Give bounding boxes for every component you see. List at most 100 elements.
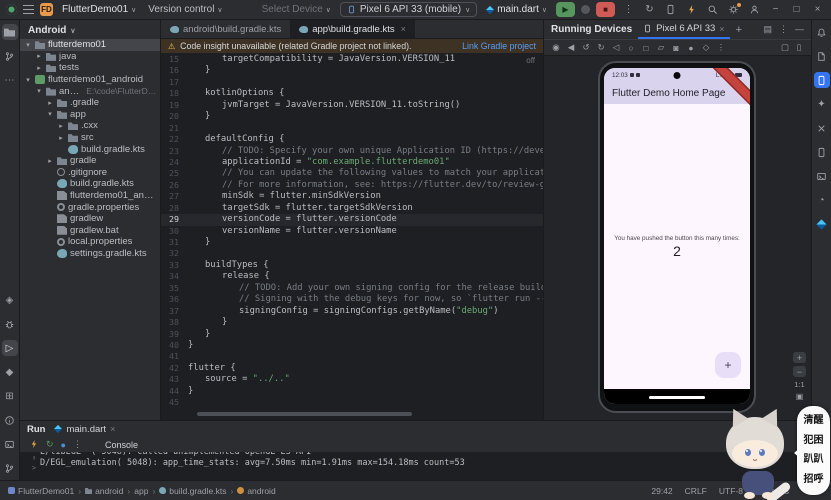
run-tab-main-dart[interactable]: main.dart × (54, 424, 115, 435)
tree-item-build.gradle.kts[interactable]: build.gradle.kts (20, 178, 160, 190)
screenshot-icon[interactable]: ◙ (669, 41, 683, 54)
main-menu-icon[interactable] (23, 5, 34, 14)
home-icon[interactable]: ○ (624, 41, 638, 54)
project-folder-icon[interactable] (2, 24, 18, 40)
tree-item-flutterdemo01_android.iml[interactable]: flutterdemo01_android.iml (20, 190, 160, 202)
code-line-45[interactable]: 45 (161, 397, 543, 408)
editor-horizontal-scrollbar[interactable] (197, 412, 412, 416)
code-line-22[interactable]: 22defaultConfig { (161, 134, 543, 145)
tree-item-flutterdemo01[interactable]: ▾flutterdemo01 (20, 39, 160, 51)
code-line-43[interactable]: 43source = "../.." (161, 374, 543, 385)
tree-item-gradlew.bat[interactable]: gradlew.bat (20, 225, 160, 237)
tree-item-gradle.properties[interactable]: gradle.properties (20, 201, 160, 213)
code-line-25[interactable]: 25// You can update the following values… (161, 168, 543, 179)
zoom-mode-icon[interactable]: ▢ (778, 41, 792, 54)
zoom-fit-icon[interactable]: ▣ (796, 392, 804, 401)
pet-mascot[interactable] (722, 407, 796, 499)
more-h-icon[interactable]: ⋯ (2, 72, 18, 88)
volume-icon[interactable]: ◀ (564, 41, 578, 54)
pet-menu-item[interactable]: 犯困 (804, 436, 824, 446)
code-line-35[interactable]: 35// TODO: Add your own signing config f… (161, 283, 543, 294)
device-mirror-icon[interactable]: ▯ (792, 41, 806, 54)
code-line-27[interactable]: 27minSdk = flutter.minSdkVersion (161, 191, 543, 202)
settings-gear-icon[interactable] (726, 4, 741, 15)
bookmarks-icon[interactable]: ◈ (2, 292, 18, 308)
tree-item-gradlew[interactable]: gradlew (20, 213, 160, 225)
device-explorer-icon[interactable] (814, 48, 830, 64)
code-line-33[interactable]: 33buildTypes { (161, 260, 543, 271)
code-line-28[interactable]: 28targetSdk = flutter.targetSdkVersion (161, 203, 543, 214)
project-switcher[interactable]: FlutterDemo01 ∨ (59, 3, 139, 16)
code-line-41[interactable]: 41 (161, 351, 543, 362)
code-line-21[interactable]: 21 (161, 123, 543, 134)
problems-icon[interactable] (2, 412, 18, 428)
code-line-34[interactable]: 34release { (161, 271, 543, 282)
hot-reload-icon[interactable] (29, 439, 39, 451)
breadcrumb-android[interactable]: android (85, 486, 123, 496)
code-line-40[interactable]: 40} (161, 340, 543, 351)
overview-icon[interactable]: □ (639, 41, 653, 54)
editor-tab-android-gradle[interactable]: android\build.gradle.kts (161, 20, 290, 38)
gradle-sync-icon[interactable]: ↻ (642, 4, 657, 15)
close-icon[interactable]: × (810, 4, 825, 15)
tree-item-tests[interactable]: ▸tests (20, 62, 160, 74)
tree-item-.gitignore[interactable]: .gitignore (20, 167, 160, 179)
user-account-icon[interactable] (747, 4, 762, 15)
pet-menu-item[interactable]: 清醒 (804, 416, 824, 426)
code-line-26[interactable]: 26// For more information, see: https://… (161, 180, 543, 191)
tree-item-flutterdemo01_android[interactable]: ▾flutterdemo01_android (20, 74, 160, 86)
minimize-icon[interactable]: − (768, 4, 783, 15)
code-line-18[interactable]: 18kotlinOptions { (161, 88, 543, 99)
breadcrumb-FlutterDemo01[interactable]: FlutterDemo01 (8, 486, 74, 496)
pet-menu-item[interactable]: 招呼 (804, 475, 824, 485)
code-line-38[interactable]: 38} (161, 317, 543, 328)
snapshot-icon[interactable]: ◇ (699, 41, 713, 54)
rotate-left-icon[interactable]: ↺ (579, 41, 593, 54)
run-button[interactable]: ▶ (556, 2, 575, 17)
console-output[interactable]: ↑ > E/libEGL ( 5048): called unimplement… (20, 452, 811, 480)
gesture-pill[interactable] (649, 396, 705, 399)
code-line-31[interactable]: 31} (161, 237, 543, 248)
code-line-17[interactable]: 17 (161, 77, 543, 88)
back-icon[interactable]: ◁ (609, 41, 623, 54)
code-line-39[interactable]: 39} (161, 329, 543, 340)
console-tab[interactable]: Console (105, 440, 138, 450)
code-line-36[interactable]: 36// Signing with the debug keys for now… (161, 294, 543, 305)
tree-item-build.gradle.kts[interactable]: build.gradle.kts (20, 143, 160, 155)
close-tab-icon[interactable]: × (719, 24, 724, 34)
more-options-icon[interactable]: ⋮ (779, 24, 788, 35)
pet-menu-item[interactable]: 趴趴 (804, 455, 824, 465)
tree-item-app[interactable]: ▾app (20, 109, 160, 121)
code-line-20[interactable]: 20} (161, 111, 543, 122)
zoom-out-button[interactable]: − (793, 366, 806, 377)
emulator-screen[interactable]: 12:03 LTE (604, 68, 750, 404)
profiler-icon[interactable]: ◔ (814, 192, 830, 208)
select-device-widget[interactable]: Select Device ∨ (259, 3, 334, 16)
device-manager-icon[interactable] (663, 4, 678, 15)
search-icon[interactable] (705, 4, 720, 15)
rotate-right-icon[interactable]: ↻ (594, 41, 608, 54)
flutter-inspector-icon[interactable] (814, 216, 830, 232)
emulator-phone[interactable]: 12:03 LTE (598, 61, 756, 413)
maximize-icon[interactable]: □ (789, 4, 804, 15)
more-options-icon[interactable]: ⋮ (73, 439, 82, 450)
code-line-15[interactable]: 15targetCompatibility = JavaVersion.VERS… (161, 54, 543, 65)
device-tab-pixel6[interactable]: Pixel 6 API 33 × (638, 20, 729, 39)
vcs-widget[interactable]: Version control ∨ (145, 3, 225, 16)
line-ending[interactable]: CRLF (685, 486, 707, 496)
hide-panel-icon[interactable]: — (795, 24, 804, 35)
code-line-19[interactable]: 19jvmTarget = JavaVersion.VERSION_11.toS… (161, 100, 543, 111)
tree-item-settings.gradle.kts[interactable]: settings.gradle.kts (20, 248, 160, 260)
shield-icon[interactable]: ◆ (2, 364, 18, 380)
code-editor[interactable]: off 15targetCompatibility = JavaVersion.… (161, 53, 543, 420)
add-device-tab-icon[interactable]: + (736, 24, 742, 36)
stop-button[interactable]: ■ (596, 2, 615, 17)
gemini-star-icon[interactable]: ✦ (814, 96, 830, 112)
logcat-icon[interactable] (814, 168, 830, 184)
code-line-42[interactable]: 42flutter { (161, 363, 543, 374)
git-branch-icon[interactable] (2, 460, 18, 476)
close-tab-icon[interactable]: × (401, 24, 406, 34)
code-line-32[interactable]: 32 (161, 248, 543, 259)
scroll-up-icon[interactable]: ↑ (32, 454, 36, 462)
tree-item-java[interactable]: ▸java (20, 51, 160, 63)
